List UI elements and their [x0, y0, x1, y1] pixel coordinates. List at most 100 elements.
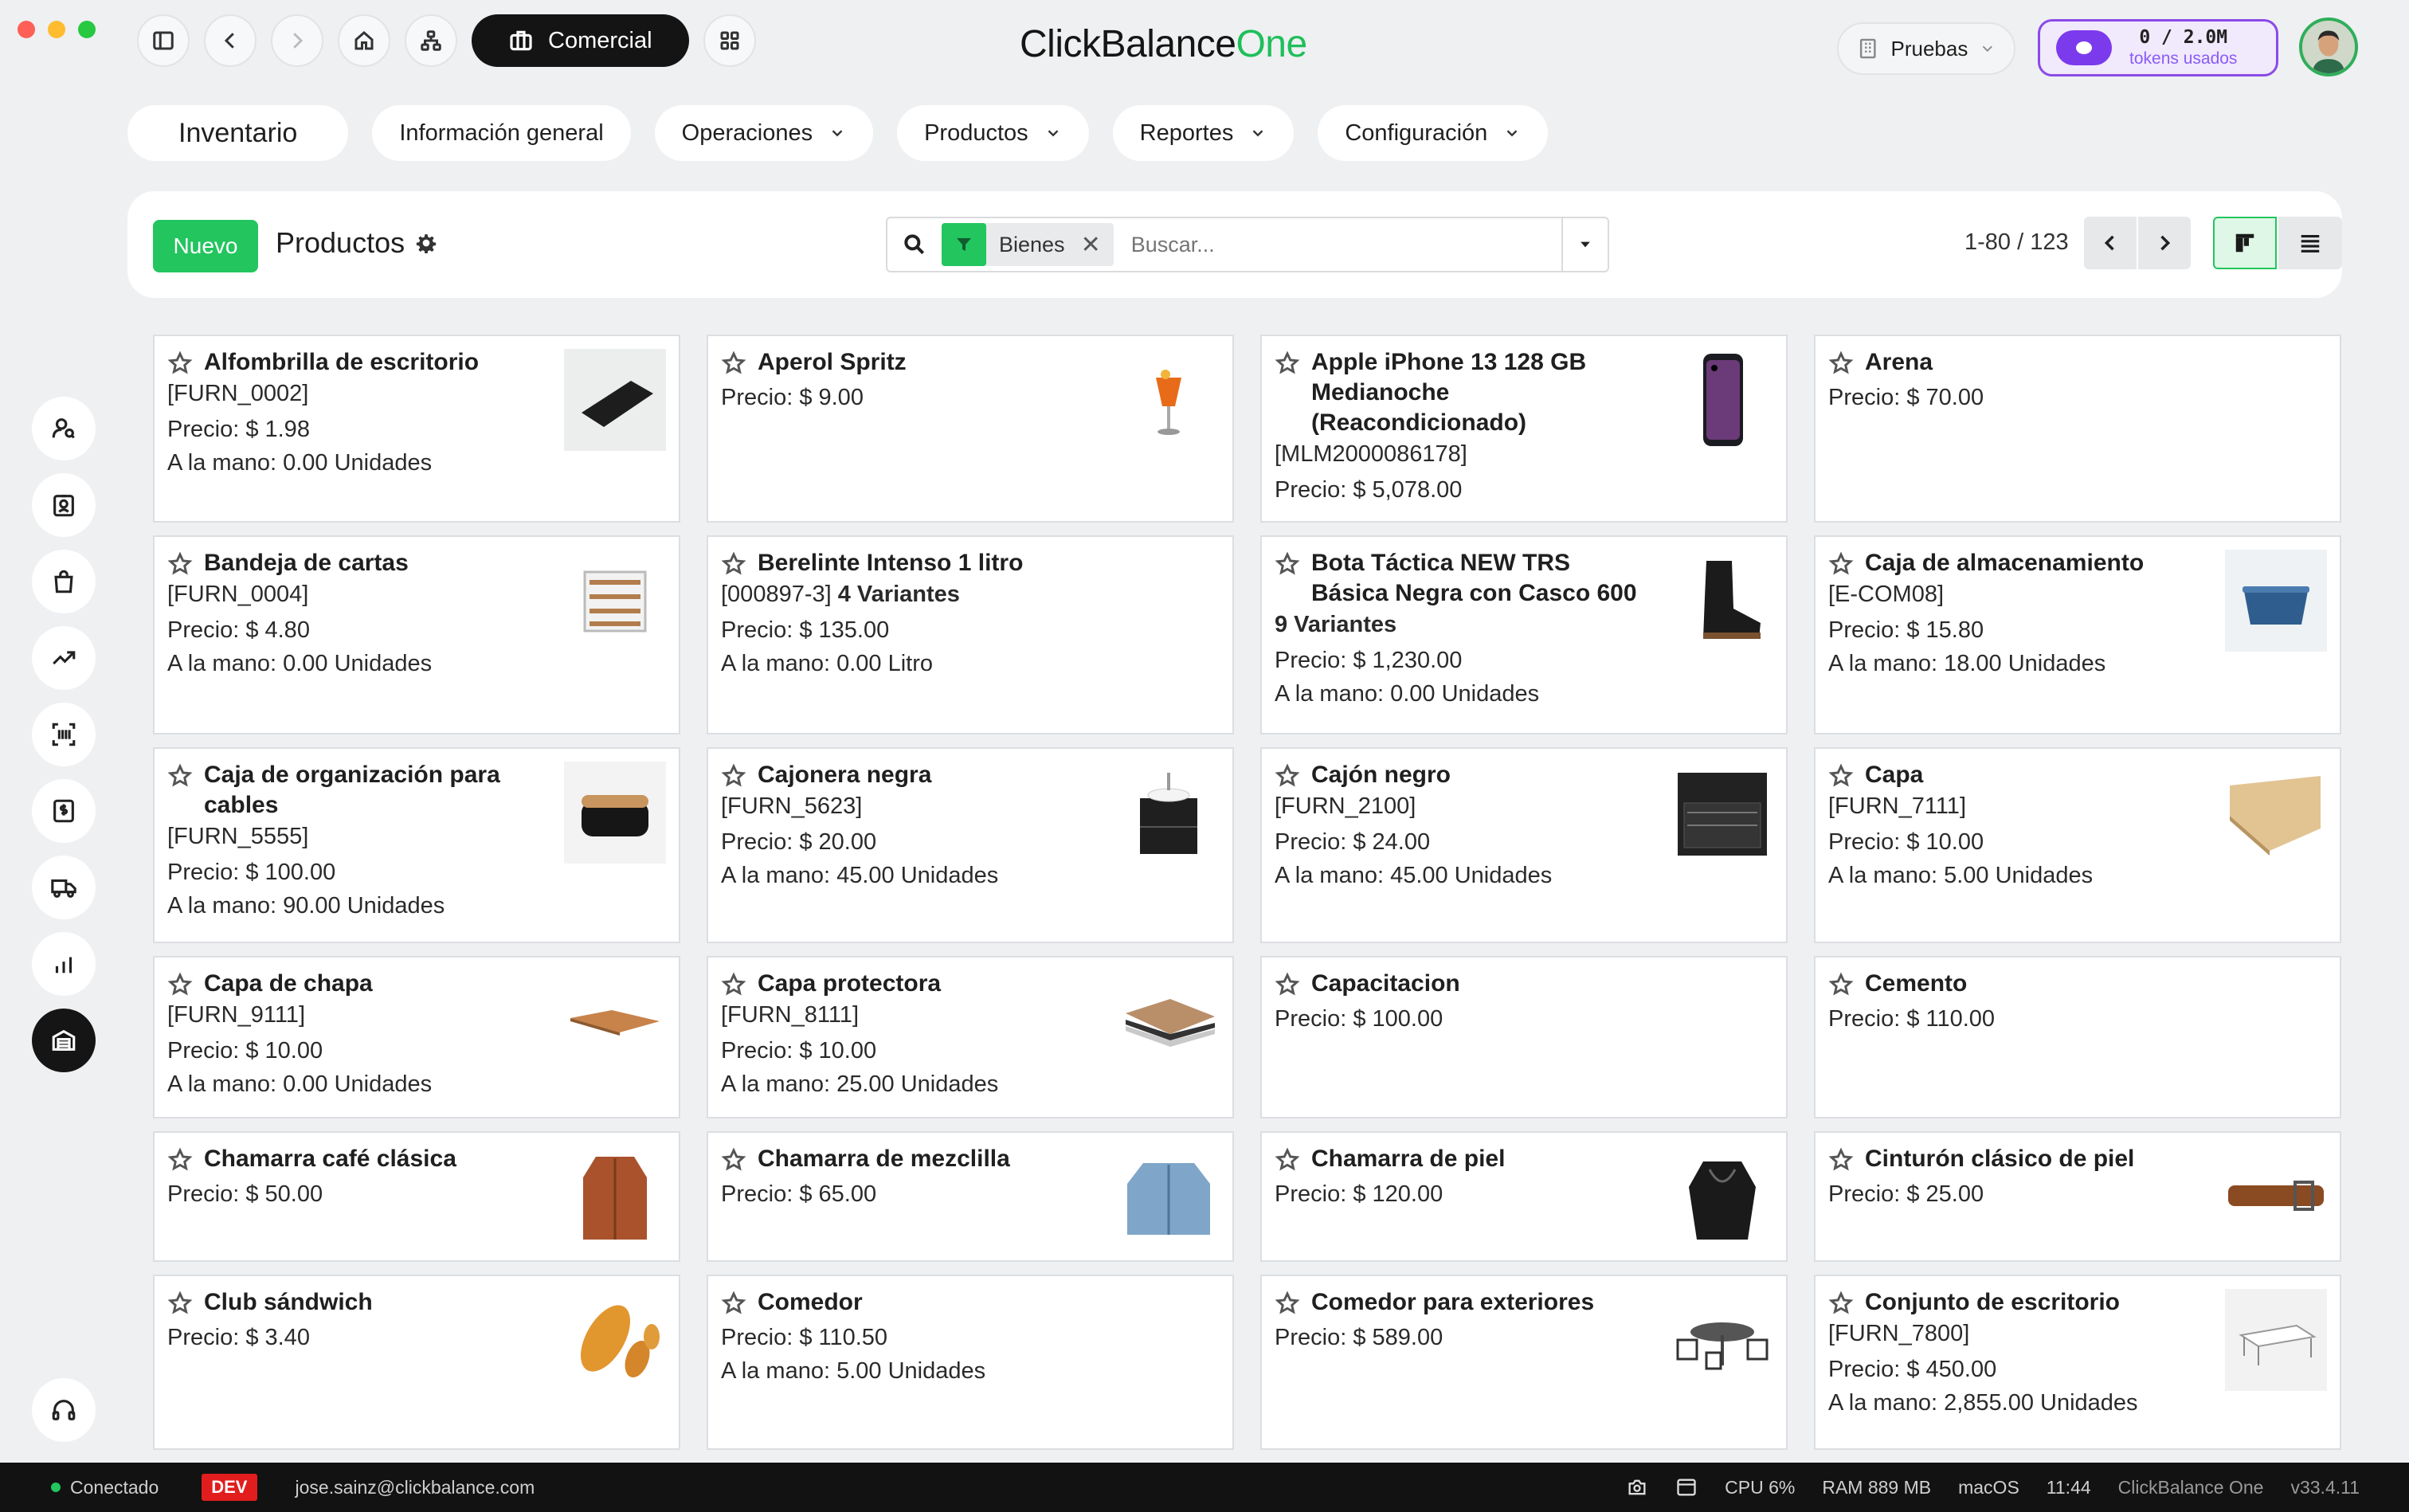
product-card[interactable]: Cemento Precio: $ 110.00: [1814, 956, 2341, 1118]
product-card[interactable]: Club sándwich Precio: $ 3.40: [153, 1275, 680, 1450]
favorite-toggle[interactable]: [721, 1291, 746, 1316]
sidebar-logistics[interactable]: [32, 856, 96, 919]
sidebar-reports[interactable]: [32, 932, 96, 996]
menu-informacion-general[interactable]: Información general: [372, 105, 631, 161]
menu-configuracion[interactable]: Configuración: [1318, 105, 1549, 161]
product-card[interactable]: Bandeja de cartas [FURN_0004] Precio: $ 4.…: [153, 535, 680, 734]
favorite-toggle[interactable]: [1828, 551, 1854, 577]
product-card[interactable]: Apple iPhone 13 128 GB Medianoche (Reaco…: [1260, 335, 1788, 523]
product-card[interactable]: Cajón negro [FURN_2100] Precio: $ 24.00 A l…: [1260, 747, 1788, 943]
kanban-view-button[interactable]: [2213, 217, 2277, 269]
product-card[interactable]: Caja de organización para cables [FURN_55…: [153, 747, 680, 943]
favorite-toggle[interactable]: [1275, 551, 1300, 577]
product-card[interactable]: Bota Táctica NEW TRS Básica Negra con Ca…: [1260, 535, 1788, 734]
favorite-toggle[interactable]: [167, 351, 193, 376]
sidebar-scanner[interactable]: [32, 703, 96, 766]
star-icon: [1828, 551, 1854, 575]
favorite-toggle[interactable]: [1828, 1147, 1854, 1173]
product-card[interactable]: Arena Precio: $ 70.00: [1814, 335, 2341, 523]
sidebar-accounting[interactable]: [32, 779, 96, 843]
favorite-toggle[interactable]: [1275, 763, 1300, 789]
favorite-toggle[interactable]: [167, 1291, 193, 1316]
gear-icon[interactable]: [416, 233, 437, 253]
product-card[interactable]: Comedor Precio: $ 110.50 A la mano: 5.00 U…: [707, 1275, 1234, 1450]
tokens-usage-widget[interactable]: 0 / 2.0M tokens usados: [2038, 19, 2278, 76]
product-card[interactable]: Chamarra de mezclilla Precio: $ 65.00: [707, 1131, 1234, 1262]
favorite-toggle[interactable]: [167, 763, 193, 789]
favorite-toggle[interactable]: [721, 551, 746, 577]
menu-productos[interactable]: Productos: [897, 105, 1089, 161]
product-price: Precio: $ 110.00: [1828, 1006, 1996, 1032]
previous-page-button[interactable]: [2084, 217, 2137, 269]
favorite-toggle[interactable]: [1275, 1291, 1300, 1316]
product-card[interactable]: Capacitacion Precio: $ 100.00: [1260, 956, 1788, 1118]
favorite-toggle[interactable]: [721, 351, 746, 376]
product-card[interactable]: Caja de almacenamiento [E-COM08] Precio: $…: [1814, 535, 2341, 734]
sidebar-icon: [153, 31, 174, 50]
product-card[interactable]: Capa de chapa [FURN_9111] Precio: $ 10.00 A…: [153, 956, 680, 1118]
product-card[interactable]: Chamarra de piel Precio: $ 120.00: [1260, 1131, 1788, 1262]
product-card[interactable]: Berelinte Intenso 1 litro [000897-3] 4 Va…: [707, 535, 1234, 734]
search-input[interactable]: [1113, 232, 1561, 257]
sidebar-contacts[interactable]: [32, 397, 96, 460]
remove-filter-icon[interactable]: ✕: [1081, 231, 1114, 259]
environment-select[interactable]: Pruebas: [1837, 22, 2015, 75]
tokens-count: 0 / 2.0M: [2139, 27, 2228, 48]
favorite-toggle[interactable]: [167, 1147, 193, 1173]
online-dot-icon: [51, 1483, 61, 1492]
sidebar-inventory[interactable]: [32, 1009, 96, 1072]
product-card[interactable]: Chamarra café clásica Precio: $ 50.00: [153, 1131, 680, 1262]
favorite-toggle[interactable]: [167, 972, 193, 997]
minimize-window-button[interactable]: [48, 21, 65, 38]
next-page-button[interactable]: [2138, 217, 2191, 269]
app-name: ClickBalance One: [2117, 1476, 2264, 1498]
menu-inventario[interactable]: Inventario: [127, 105, 349, 161]
back-button[interactable]: [204, 14, 257, 67]
close-window-button[interactable]: [18, 21, 35, 38]
support-button[interactable]: [32, 1378, 96, 1442]
favorite-toggle[interactable]: [1828, 351, 1854, 376]
favorite-toggle[interactable]: [167, 551, 193, 577]
camera-icon[interactable]: [1626, 1476, 1648, 1498]
org-chart-button[interactable]: [405, 14, 457, 67]
pager-value[interactable]: 1-80 / 123: [1964, 229, 2069, 256]
new-button[interactable]: Nuevo: [153, 220, 258, 272]
product-image: [1671, 1146, 1773, 1248]
favorite-toggle[interactable]: [1828, 1291, 1854, 1316]
favorite-toggle[interactable]: [721, 763, 746, 789]
search-options-toggle[interactable]: [1561, 218, 1608, 271]
sidebar-employees[interactable]: [32, 473, 96, 537]
sidebar-trends[interactable]: [32, 626, 96, 690]
favorite-toggle[interactable]: [1275, 1147, 1300, 1173]
window-icon[interactable]: [1675, 1476, 1698, 1498]
favorite-toggle[interactable]: [721, 972, 746, 997]
product-card[interactable]: Aperol Spritz Precio: $ 9.00: [707, 335, 1234, 523]
ram-usage: RAM 889 MB: [1822, 1476, 1932, 1498]
product-card[interactable]: Conjunto de escritorio [FURN_7800] Precio:…: [1814, 1275, 2341, 1450]
grid-icon: [720, 31, 739, 50]
product-card[interactable]: Cajonera negra [FURN_5623] Precio: $ 20.00…: [707, 747, 1234, 943]
list-view-button[interactable]: [2278, 217, 2342, 269]
sidebar-sales[interactable]: [32, 550, 96, 613]
product-card[interactable]: Comedor para exteriores Precio: $ 589.00: [1260, 1275, 1788, 1450]
menu-operaciones[interactable]: Operaciones: [654, 105, 874, 161]
cpu-usage: CPU 6%: [1725, 1476, 1796, 1498]
favorite-toggle[interactable]: [1828, 972, 1854, 997]
product-card[interactable]: Cinturón clásico de piel Precio: $ 25.00: [1814, 1131, 2341, 1262]
product-card[interactable]: Capa protectora [FURN_8111] Precio: $ 10.0…: [707, 956, 1234, 1118]
app-switcher-comercial[interactable]: Comercial: [472, 14, 689, 67]
home-button[interactable]: [338, 14, 390, 67]
user-avatar[interactable]: [2299, 18, 2358, 76]
favorite-toggle[interactable]: [1828, 763, 1854, 789]
apps-grid-button[interactable]: [703, 14, 756, 67]
product-card[interactable]: Capa [FURN_7111] Precio: $ 10.00 A la mano:…: [1814, 747, 2341, 943]
favorite-toggle[interactable]: [1275, 972, 1300, 997]
maximize-window-button[interactable]: [78, 21, 96, 38]
product-image: [564, 970, 666, 1072]
toggle-sidebar-button[interactable]: [137, 14, 190, 67]
menu-reportes[interactable]: Reportes: [1112, 105, 1295, 161]
favorite-toggle[interactable]: [1275, 351, 1300, 376]
product-card[interactable]: Alfombrilla de escritorio [FURN_0002] Prec…: [153, 335, 680, 523]
favorite-toggle[interactable]: [721, 1147, 746, 1173]
forward-button[interactable]: [271, 14, 323, 67]
